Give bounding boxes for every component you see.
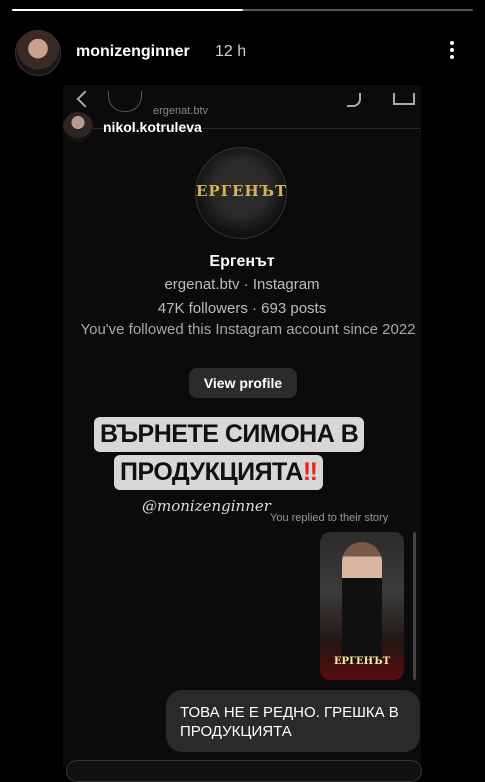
profile-stats: 47K followers · 693 posts (157, 300, 327, 317)
sender-avatar (63, 112, 93, 142)
story-reply-thumbnail[interactable]: ЕРГЕНЪТ (320, 532, 404, 680)
phone-icon (347, 93, 361, 107)
message-composer[interactable] (66, 760, 422, 782)
sticker-line-2: ПРОДУКЦИЯТА‼ (114, 455, 324, 490)
sticker-line-1: ВЪРНЕТЕ СИМОНА В (94, 417, 365, 452)
story-progress-bar (12, 9, 473, 11)
view-profile-button[interactable]: View profile (189, 368, 297, 398)
profile-avatar-logo: ЕРГЕНЪТ (196, 182, 288, 200)
dm-header-avatar (108, 91, 142, 112)
profile-avatar: ЕРГЕНЪТ (195, 147, 287, 239)
story-progress-fill (12, 9, 243, 11)
dm-header-handle: ergenat.btv (153, 105, 209, 117)
story-avatar[interactable] (15, 30, 61, 76)
sender-name: nikol.kotruleva (103, 119, 202, 135)
sticker-line-2-text: ПРОДУКЦИЯТА (120, 458, 303, 486)
profile-followed-since: You've followed this Instagram account s… (80, 321, 416, 338)
mention-sticker[interactable]: @monizenginner (142, 497, 271, 515)
reply-message-bubble: ТОВА НЕ Е РЕДНО. ГРЕШКА В ПРОДУКЦИЯТА (166, 690, 420, 752)
story-username[interactable]: monizenginner (76, 43, 190, 61)
profile-name: Ергенът (209, 253, 275, 270)
story-header: monizenginner 12 h (0, 20, 485, 80)
replied-to-story-label: You replied to their story (270, 512, 389, 524)
video-call-icon (393, 93, 415, 105)
story-time: 12 h (215, 43, 247, 60)
scrollbar (413, 532, 416, 680)
profile-handle: ergenat.btv · Instagram (164, 276, 320, 293)
thumbnail-person-image (342, 542, 382, 662)
more-options-icon[interactable] (446, 38, 458, 64)
back-arrow-icon (76, 90, 94, 108)
reply-message-text: ТОВА НЕ Е РЕДНО. ГРЕШКА В ПРОДУКЦИЯТА (180, 704, 399, 740)
double-exclamation-icon: ‼ (302, 458, 318, 486)
thumbnail-logo: ЕРГЕНЪТ (333, 656, 391, 667)
